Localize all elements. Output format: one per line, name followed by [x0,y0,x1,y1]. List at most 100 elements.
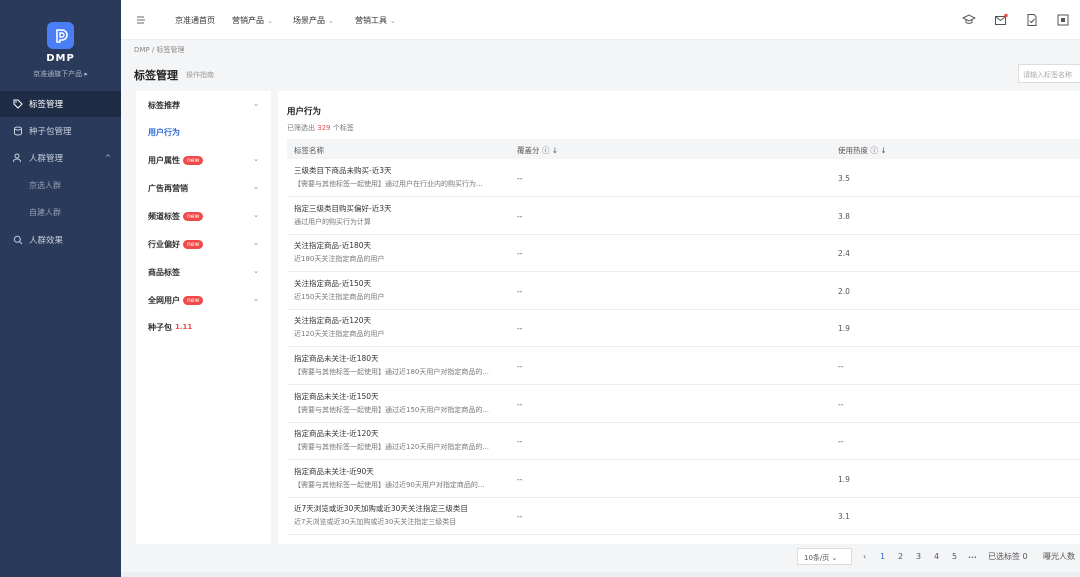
tag-list-panel: 用户行为 已筛选出 329 个标签 标签名称 覆盖分 ⓘ ↓ 使用热度 ⓘ ↓ … [278,91,1080,544]
category-panel: 标签推荐 ⌄ 用户行为 用户属性 new ⌄ 广告再营销 ⌄ 频道标签 new ⌄ 行业偏好… [136,91,271,544]
column-header-tag-name: 标签名称 [294,146,324,155]
chevron-down-icon: ⌄ [253,155,259,163]
product-switch-link[interactable]: 京准通旗下产品 ▸ [0,69,121,79]
page-button-2[interactable]: 2 [898,552,903,561]
filter-suffix: 个标签 [332,124,354,132]
column-header-usage-heat[interactable]: 使用热度 ⓘ ↓ [838,145,887,156]
chevron-down-icon: ⌄ [253,239,259,247]
coverage-score: -- [517,362,523,371]
table-row[interactable]: 近7天浏览或近30天加购或近30天关注指定三级类目 近7天浏览或近30天加购或近3… [287,497,1080,536]
sidebar: DMP 京准通旗下产品 ▸ 标签管理 种子包管理 人群管理 ^ 京选人群 自建人… [0,0,121,577]
document-icon[interactable] [1056,13,1070,27]
page-button-3[interactable]: 3 [916,552,921,561]
tag-description: 近7天浏览或近30天加购或近30天关注指定三级类目 [294,518,457,527]
hamburger-icon[interactable] [134,13,148,27]
operation-guide-link[interactable]: 操作指南 [186,70,214,80]
sidebar-item-label: 标签管理 [29,100,64,110]
tag-description: 【需要与其他标签一起使用】通过近120天用户对指定商品的... [294,443,490,452]
category-label: 行业偏好 [148,239,180,249]
sidebar-item-audience-effect[interactable]: 人群效果 [0,227,121,253]
category-industry-preference[interactable]: 行业偏好 new ⌄ [136,230,271,258]
more-pages-button[interactable]: ••• [968,555,977,561]
category-tag-recommend[interactable]: 标签推荐 ⌄ [136,91,271,119]
graduation-cap-icon[interactable] [961,13,977,27]
tag-name: 关注指定商品-近120天 [294,316,372,326]
category-ad-remarketing[interactable]: 广告再营销 ⌄ [136,174,271,202]
table-row[interactable]: 三级类目下商品未购买-近3天【需要与其他标签一起使用】通过用户在行业内的购买行为… [287,159,1080,197]
top-menu-label: 营销工具 [355,16,387,25]
chevron-down-icon: ⌄ [253,267,259,275]
top-menu-home[interactable]: 京准通首页 [175,15,215,26]
breadcrumb[interactable]: DMP / 标签管理 [134,45,184,55]
category-seed-package[interactable]: 种子包 1.11 [136,313,271,341]
tag-description: 【需要与其他标签一起使用】通过用户在行业内的购买行为... [294,180,483,188]
chevron-down-icon: ⌄ [328,16,334,25]
usage-heat: -- [838,437,844,447]
sidebar-item-seed-package[interactable]: 种子包管理 [0,118,121,144]
dmp-logo-icon[interactable] [47,22,74,49]
chevron-down-icon: ⌄ [253,183,259,191]
table-row[interactable]: 指定商品未关注-近150天 【需要与其他标签一起使用】通过近150天用户对指定商品… [287,385,1080,423]
tag-name: 关注指定商品-近150天 [294,278,372,288]
sidebar-item-label: 京选人群 [29,180,61,190]
new-badge: new [183,295,204,305]
sidebar-subitem-custom-audience[interactable]: 自建人群 [0,199,121,225]
prev-page-button[interactable]: ‹ [863,552,866,561]
new-badge: new [183,155,204,165]
tag-name: 指定商品未关注-近180天 [294,354,379,363]
tag-description: 近150天关注指定商品的用户 [294,292,385,301]
category-all-network-users[interactable]: 全网用户 new ⌄ [136,286,271,314]
top-menu-marketing-tools[interactable]: 营销工具 ⌄ [355,15,396,26]
tag-name: 近7天浏览或近30天加购或近30天关注指定三级类目 [294,504,468,514]
tag-name: 指定三级类目购买偏好-近3天 [294,203,392,213]
category-user-attribute[interactable]: 用户属性 new ⌄ [136,146,271,174]
coverage-score: -- [517,211,523,221]
chevron-down-icon: ⌄ [253,100,259,108]
table-row[interactable]: 指定三级类目购买偏好-近3天 通过用户的购买行为计算 -- 3.8 [287,197,1080,235]
table-row[interactable]: 关注指定商品-近180天 近180天关注指定商品的用户 -- 2.4 [287,234,1080,273]
tag-name: 指定商品未关注-近120天 [294,429,379,439]
top-menu-scene-products[interactable]: 场景产品 ⌄ [293,15,334,26]
table-row[interactable]: 指定商品未关注-近90天 【需要与其他标签一起使用】通过近90天用户对指定商品的.… [287,460,1080,498]
sidebar-subitem-jx-audience[interactable]: 京选人群 [0,172,121,198]
coverage-score: -- [517,399,523,409]
top-menu-marketing-products[interactable]: 营销产品 ⌄ [232,15,273,26]
category-label: 广告再营销 [148,183,188,193]
coverage-score: -- [517,286,523,296]
category-label: 标签推荐 [148,100,180,110]
tag-name: 三级类目下商品未购买-近3天 [294,166,392,175]
section-title: 用户行为 [287,107,322,117]
bottom-strip [121,572,1080,577]
table-row[interactable]: 关注指定商品-近150天近150天关注指定商品的用户 -- 2.0 [287,272,1080,310]
sidebar-item-label: 自建人群 [29,207,61,217]
sidebar-item-audience-management[interactable]: 人群管理 ^ [0,145,121,171]
exposure-count: 曝光人数 [1043,552,1075,561]
table-row[interactable]: 指定商品未关注-近180天 【需要与其他标签一起使用】通过近180天用户对指定商品… [287,347,1080,385]
mail-icon[interactable] [994,13,1008,27]
chevron-up-icon: ^ [105,154,111,162]
page-button-5[interactable]: 5 [952,552,957,561]
usage-heat: 2.0 [838,286,850,296]
search-input[interactable]: 请输入标签名称 [1018,64,1080,83]
selected-tags-count[interactable]: 已选标签 0 [988,551,1028,562]
checklist-icon[interactable] [1025,13,1039,27]
sidebar-item-tag-management[interactable]: 标签管理 [0,91,121,117]
top-menu-label: 京准通首页 [175,16,215,25]
category-channel-tag[interactable]: 频道标签 new ⌄ [136,202,271,230]
column-header-coverage[interactable]: 覆盖分 ⓘ ↓ [517,145,558,156]
chevron-down-icon: ⌄ [253,211,259,219]
brand-name: DMP [46,53,75,64]
page-button-1[interactable]: 1 [880,552,885,561]
category-user-behavior[interactable]: 用户行为 [136,118,271,146]
page-button-4[interactable]: 4 [934,552,939,561]
category-label: 频道标签 [148,211,180,221]
usage-heat: 2.4 [838,249,850,259]
tag-description: 近120天关注指定商品的用户 [294,330,385,339]
table-row[interactable]: 关注指定商品-近120天 近120天关注指定商品的用户 -- 1.9 [287,309,1080,348]
table-row[interactable]: 指定商品未关注-近120天【需要与其他标签一起使用】通过近120天用户对指定商品… [287,422,1080,461]
magnifier-icon [13,235,23,245]
page-size-select[interactable]: 10条/页 ⌄ [797,548,852,565]
category-product-tag[interactable]: 商品标签 ⌄ [136,258,271,286]
tag-description: 近180天关注指定商品的用户 [294,255,385,264]
sidebar-item-label: 人群管理 [29,154,64,164]
